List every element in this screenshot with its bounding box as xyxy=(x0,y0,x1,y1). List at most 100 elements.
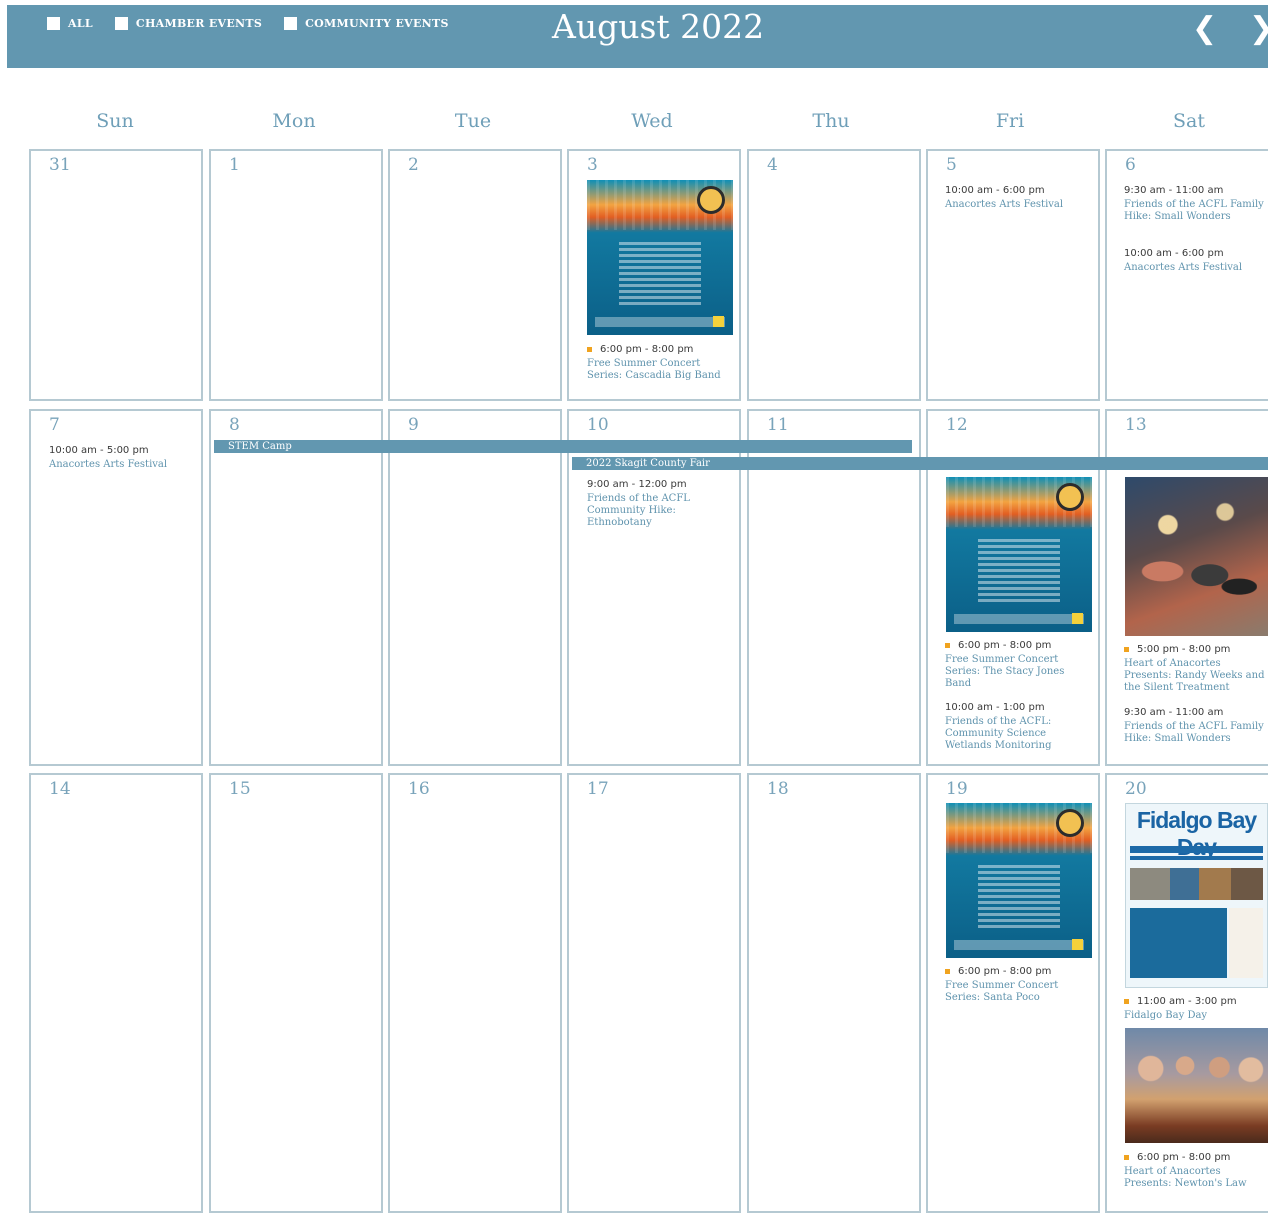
day-cell[interactable]: 1 xyxy=(209,149,383,401)
weekday-header-row: Sun Mon Tue Wed Thu Fri Sat xyxy=(29,110,1268,140)
event-item[interactable]: 6:00 pm - 8:00 pm Free Summer Concert Se… xyxy=(945,966,1090,1004)
event-item[interactable]: 10:00 am - 1:00 pm Friends of the ACFL: … xyxy=(945,702,1090,752)
event-time: 10:00 am - 6:00 pm xyxy=(945,185,1045,196)
event-title[interactable]: Anacortes Arts Festival xyxy=(1124,262,1264,274)
event-item[interactable]: 6:00 pm - 8:00 pm Free Summer Concert Se… xyxy=(587,344,727,382)
sun-logo-icon xyxy=(1056,809,1084,837)
event-title[interactable]: Heart of Anacortes Presents: Randy Weeks… xyxy=(1124,658,1266,694)
event-time: 6:00 pm - 8:00 pm xyxy=(1137,1152,1231,1163)
band-photo-image[interactable] xyxy=(1125,1028,1268,1143)
weekday-label: Tue xyxy=(454,110,492,132)
event-item[interactable]: 9:30 am - 11:00 am Friends of the ACFL F… xyxy=(1124,185,1264,223)
event-title[interactable]: Friends of the ACFL: Community Science W… xyxy=(945,716,1090,752)
event-item[interactable]: 6:00 pm - 8:00 pm Heart of Anacortes Pre… xyxy=(1124,1152,1266,1190)
checkbox-icon[interactable] xyxy=(114,17,128,30)
day-cell[interactable]: 16 xyxy=(388,773,562,1213)
event-item[interactable]: 9:30 am - 11:00 am Friends of the ACFL F… xyxy=(1124,707,1264,745)
event-item[interactable]: 9:00 am - 12:00 pm Friends of the ACFL C… xyxy=(587,479,727,529)
day-number: 1 xyxy=(229,155,240,175)
event-marker-icon xyxy=(1124,646,1129,652)
filter-label: ALL xyxy=(68,17,93,30)
event-title[interactable]: Anacortes Arts Festival xyxy=(49,459,194,471)
chevron-left-icon[interactable]: ❮ xyxy=(1192,11,1217,46)
day-number: 6 xyxy=(1125,155,1136,175)
event-title[interactable]: Free Summer Concert Series: Santa Poco xyxy=(945,980,1090,1004)
day-number: 18 xyxy=(767,779,789,799)
weekday-label: Wed xyxy=(631,110,673,132)
day-cell[interactable]: 4 xyxy=(747,149,921,401)
event-marker-icon xyxy=(1124,998,1129,1004)
event-title[interactable]: Free Summer Concert Series: Cascadia Big… xyxy=(587,358,727,382)
day-number: 9 xyxy=(408,415,419,435)
event-time: 9:00 am - 12:00 pm xyxy=(587,479,687,490)
day-number: 15 xyxy=(229,779,251,799)
event-filters: ALL CHAMBER EVENTS COMMUNITY EVENTS xyxy=(47,17,449,30)
day-cell[interactable]: 17 xyxy=(567,773,741,1213)
event-time: 6:00 pm - 8:00 pm xyxy=(600,344,694,355)
day-number: 5 xyxy=(946,155,957,175)
concert-poster-image[interactable] xyxy=(946,477,1092,632)
checkbox-icon[interactable] xyxy=(284,17,298,30)
weekday-label: Fri xyxy=(995,110,1025,132)
chevron-right-icon[interactable]: ❯ xyxy=(1249,11,1268,46)
day-number: 7 xyxy=(49,415,60,435)
day-number: 13 xyxy=(1125,415,1147,435)
day-cell[interactable]: 2 xyxy=(388,149,562,401)
filter-label: CHAMBER EVENTS xyxy=(135,17,263,30)
event-time: 9:30 am - 11:00 am xyxy=(1124,185,1224,196)
event-title[interactable]: Fidalgo Bay Day xyxy=(1124,1010,1264,1022)
fidalgo-bay-day-flyer-image[interactable]: Fidalgo Bay Day xyxy=(1125,803,1268,988)
event-bar-stem-camp[interactable]: STEM Camp xyxy=(214,440,912,453)
day-cell[interactable]: 9 xyxy=(388,409,562,766)
month-title: August 2022 xyxy=(552,7,765,46)
calendar-header-bar: ALL CHAMBER EVENTS COMMUNITY EVENTS Augu… xyxy=(7,5,1268,68)
event-time: 9:30 am - 11:00 am xyxy=(1124,707,1224,718)
day-number: 20 xyxy=(1125,779,1147,799)
day-number: 4 xyxy=(767,155,778,175)
weekday-label: Sat xyxy=(1173,110,1205,132)
event-title[interactable]: Heart of Anacortes Presents: Newton's La… xyxy=(1124,1166,1266,1190)
event-item[interactable]: 10:00 am - 5:00 pm Anacortes Arts Festiv… xyxy=(49,445,194,471)
event-marker-icon xyxy=(587,346,592,352)
band-photo-image[interactable] xyxy=(1125,477,1268,636)
event-time: 10:00 am - 1:00 pm xyxy=(945,702,1045,713)
sun-logo-icon xyxy=(1056,483,1084,511)
day-number: 16 xyxy=(408,779,430,799)
event-time: 6:00 pm - 8:00 pm xyxy=(958,640,1052,651)
day-number: 8 xyxy=(229,415,240,435)
concert-poster-image[interactable] xyxy=(587,180,733,335)
day-cell[interactable]: 8 xyxy=(209,409,383,766)
event-title[interactable]: Friends of the ACFL Family Hike: Small W… xyxy=(1124,721,1264,745)
filter-all[interactable]: ALL xyxy=(47,17,93,30)
filter-label: COMMUNITY EVENTS xyxy=(305,17,449,30)
event-item[interactable]: 10:00 am - 6:00 pm Anacortes Arts Festiv… xyxy=(1124,248,1264,274)
day-number: 31 xyxy=(49,155,71,175)
day-number: 3 xyxy=(587,155,598,175)
event-time: 10:00 am - 5:00 pm xyxy=(49,445,149,456)
event-item[interactable]: 5:00 pm - 8:00 pm Heart of Anacortes Pre… xyxy=(1124,644,1266,694)
event-bar-skagit-county-fair[interactable]: 2022 Skagit County Fair xyxy=(572,457,1268,470)
event-title[interactable]: Anacortes Arts Festival xyxy=(945,199,1090,211)
event-title[interactable]: Friends of the ACFL Community Hike: Ethn… xyxy=(587,493,727,529)
event-item[interactable]: 6:00 pm - 8:00 pm Free Summer Concert Se… xyxy=(945,640,1090,690)
day-number: 2 xyxy=(408,155,419,175)
event-item[interactable]: 10:00 am - 6:00 pm Anacortes Arts Festiv… xyxy=(945,185,1090,211)
day-cell[interactable]: 14 xyxy=(29,773,203,1213)
event-time: 5:00 pm - 8:00 pm xyxy=(1137,644,1231,655)
day-cell[interactable]: 15 xyxy=(209,773,383,1213)
event-title[interactable]: Free Summer Concert Series: The Stacy Jo… xyxy=(945,654,1090,690)
day-cell[interactable]: 18 xyxy=(747,773,921,1213)
day-number: 10 xyxy=(587,415,609,435)
concert-poster-image[interactable] xyxy=(946,803,1092,958)
sun-logo-icon xyxy=(697,186,725,214)
day-cell[interactable]: 31 xyxy=(29,149,203,401)
event-time: 6:00 pm - 8:00 pm xyxy=(958,966,1052,977)
filter-chamber-events[interactable]: CHAMBER EVENTS xyxy=(114,17,263,30)
event-time: 10:00 am - 6:00 pm xyxy=(1124,248,1224,259)
weekday-label: Mon xyxy=(272,110,316,132)
weekday-label: Thu xyxy=(812,110,850,132)
checkbox-icon[interactable] xyxy=(47,17,60,30)
event-item[interactable]: 11:00 am - 3:00 pm Fidalgo Bay Day xyxy=(1124,996,1264,1022)
filter-community-events[interactable]: COMMUNITY EVENTS xyxy=(284,17,449,30)
event-title[interactable]: Friends of the ACFL Family Hike: Small W… xyxy=(1124,199,1264,223)
